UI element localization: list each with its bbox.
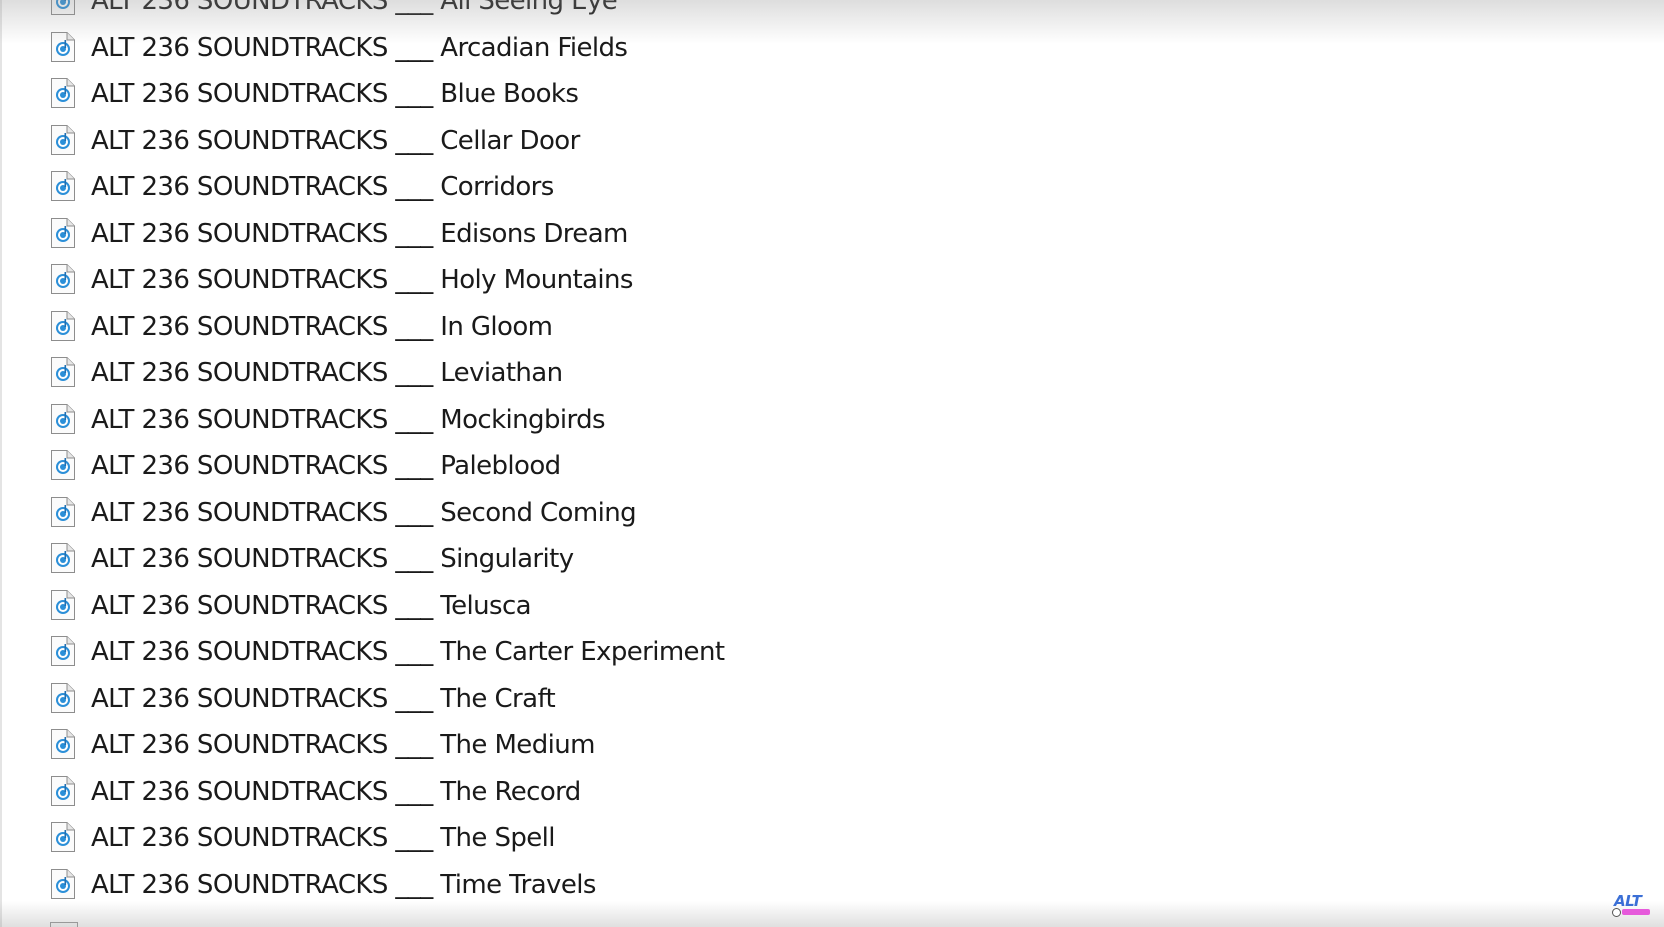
audio-file-icon [51, 868, 75, 899]
partial-file-icon [50, 922, 78, 927]
watermark-text: ALT [1614, 892, 1642, 910]
audio-file-icon [51, 636, 75, 666]
audio-file-icon [51, 310, 75, 341]
file-name-label: ALT 236 SOUNDTRACKS ___ Edisons Dream [91, 218, 628, 249]
file-row[interactable]: ALT 236 SOUNDTRACKS ___ Singularity [0, 536, 1000, 583]
file-row[interactable]: ALT 236 SOUNDTRACKS ___ Time Travels [0, 862, 1000, 909]
audio-file-icon [51, 775, 75, 806]
file-name-label: ALT 236 SOUNDTRACKS ___ Blue Books [91, 79, 579, 109]
file-row[interactable]: ALT 236 SOUNDTRACKS ___ The Craft [0, 676, 1000, 723]
file-row[interactable]: ALT 236 SOUNDTRACKS ___ The Carter Exper… [0, 629, 1000, 676]
file-name-label: ALT 236 SOUNDTRACKS ___ Corridors [91, 172, 554, 202]
file-name-label: ALT 236 SOUNDTRACKS ___ The Record [91, 776, 581, 807]
audio-file-icon [51, 403, 75, 434]
file-name-label: ALT 236 SOUNDTRACKS ___ All Seeing Eye [91, 0, 618, 16]
file-row[interactable]: ALT 236 SOUNDTRACKS ___ Cellar Door [0, 118, 1000, 165]
file-row[interactable]: ALT 236 SOUNDTRACKS ___ Blue Books [0, 71, 1000, 118]
file-row[interactable]: ALT 236 SOUNDTRACKS ___ The Spell [0, 815, 1000, 862]
file-row[interactable]: ALT 236 SOUNDTRACKS ___ Leviathan [0, 350, 1000, 397]
file-name-label: ALT 236 SOUNDTRACKS ___ Second Coming [91, 497, 637, 528]
file-row[interactable]: ALT 236 SOUNDTRACKS ___ The Medium [0, 722, 1000, 769]
audio-file-icon [51, 682, 75, 713]
file-explorer-view: ALT 236 SOUNDTRACKS ___ All Seeing Eye A… [0, 0, 1664, 927]
alt-channel-logo-icon: ALT [1612, 893, 1652, 919]
file-row[interactable]: ALT 236 SOUNDTRACKS ___ Telusca [0, 583, 1000, 630]
file-name-label: ALT 236 SOUNDTRACKS ___ The Spell [91, 823, 556, 853]
file-name-label: ALT 236 SOUNDTRACKS ___ Paleblood [91, 451, 561, 481]
audio-file-icon [51, 496, 75, 527]
file-row[interactable]: ALT 236 SOUNDTRACKS ___ Edisons Dream [0, 211, 1000, 258]
file-row[interactable]: ALT 236 SOUNDTRACKS ___ The Record [0, 769, 1000, 816]
file-row[interactable]: ALT 236 SOUNDTRACKS ___ Paleblood [0, 443, 1000, 490]
file-name-label: ALT 236 SOUNDTRACKS ___ The Medium [91, 730, 595, 760]
file-name-label: ALT 236 SOUNDTRACKS ___ The Carter Exper… [91, 637, 725, 667]
audio-file-icon [51, 264, 75, 294]
file-name-label: ALT 236 SOUNDTRACKS ___ Singularity [91, 544, 574, 574]
file-list: ALT 236 SOUNDTRACKS ___ All Seeing Eye A… [0, 0, 1000, 908]
file-name-label: ALT 236 SOUNDTRACKS ___ Telusca [91, 590, 532, 621]
audio-file-icon [51, 543, 75, 573]
file-name-label: ALT 236 SOUNDTRACKS ___ The Craft [91, 683, 556, 714]
audio-file-icon [51, 78, 75, 108]
file-name-label: ALT 236 SOUNDTRACKS ___ In Gloom [91, 311, 553, 342]
audio-file-icon [51, 171, 75, 201]
file-name-label: ALT 236 SOUNDTRACKS ___ Holy Mountains [91, 265, 633, 295]
file-row[interactable]: ALT 236 SOUNDTRACKS ___ All Seeing Eye [0, 0, 1000, 25]
file-row[interactable]: ALT 236 SOUNDTRACKS ___ Mockingbirds [0, 397, 1000, 444]
audio-file-icon [51, 729, 75, 759]
audio-file-icon [51, 0, 75, 15]
audio-file-icon [51, 822, 75, 852]
file-row[interactable]: ALT 236 SOUNDTRACKS ___ Arcadian Fields [0, 25, 1000, 72]
audio-file-icon [51, 124, 75, 155]
audio-file-icon [51, 450, 75, 480]
file-row[interactable]: ALT 236 SOUNDTRACKS ___ Holy Mountains [0, 257, 1000, 304]
file-row[interactable]: ALT 236 SOUNDTRACKS ___ In Gloom [0, 304, 1000, 351]
audio-file-icon [51, 357, 75, 387]
file-name-label: ALT 236 SOUNDTRACKS ___ Mockingbirds [91, 404, 606, 435]
file-row[interactable]: ALT 236 SOUNDTRACKS ___ Corridors [0, 164, 1000, 211]
file-name-label: ALT 236 SOUNDTRACKS ___ Cellar Door [91, 125, 580, 156]
audio-file-icon [51, 31, 75, 62]
audio-file-icon [51, 217, 75, 248]
audio-file-icon [51, 589, 75, 620]
file-row[interactable]: ALT 236 SOUNDTRACKS ___ Second Coming [0, 490, 1000, 537]
file-name-label: ALT 236 SOUNDTRACKS ___ Time Travels [91, 869, 596, 900]
file-name-label: ALT 236 SOUNDTRACKS ___ Arcadian Fields [91, 32, 628, 63]
file-name-label: ALT 236 SOUNDTRACKS ___ Leviathan [91, 358, 563, 388]
